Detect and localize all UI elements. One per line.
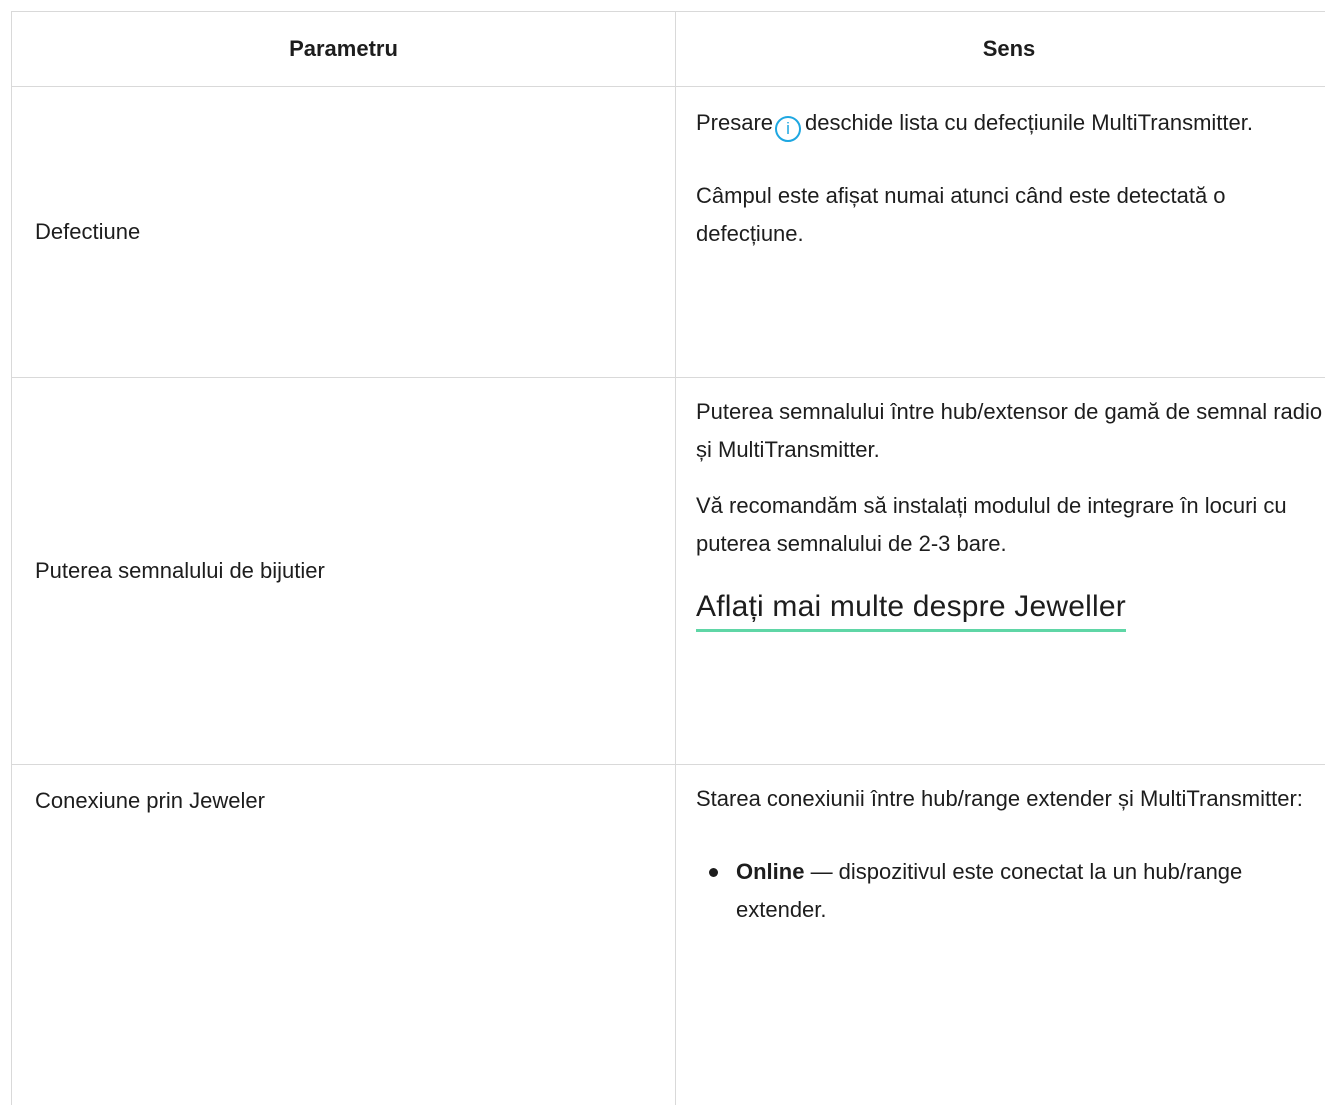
defect-description: Presare i deschide lista cu defecțiunile M… — [696, 104, 1325, 142]
param-name: Puterea semnalului de bijutier — [12, 378, 676, 764]
header-parameter: Parametru — [12, 12, 676, 86]
jeweller-link[interactable]: Aflați mai multe despre Jeweller — [696, 589, 1126, 632]
table-row-signal: Puterea semnalului de bijutier Puterea s… — [12, 378, 1325, 765]
table-header-row: Parametru Sens — [12, 12, 1325, 87]
table-row-defect: Defectiune Presare i deschide lista cu def… — [12, 87, 1325, 378]
press-prefix: Presare — [696, 110, 774, 135]
param-meaning: Starea conexiunii între hub/range extend… — [676, 765, 1325, 1105]
info-icon: i — [775, 115, 802, 142]
list-item: Online — dispozitivul este conectat la u… — [709, 853, 1325, 929]
header-meaning: Sens — [982, 36, 1036, 61]
param-meaning: Presare i deschide lista cu defecțiunile M… — [676, 87, 1325, 377]
status-term: Online — [736, 859, 805, 884]
param-name: Defectiune — [12, 87, 676, 377]
bullet-icon — [709, 868, 718, 877]
signal-recommendation: Vă recomandăm să instalați modulul de in… — [696, 493, 1287, 556]
param-meaning: Puterea semnalului între hub/extensor de… — [676, 378, 1325, 764]
defect-note: Câmpul este afișat numai atunci când est… — [696, 183, 1226, 246]
parameters-table: Parametru Sens Defectiune Presare i deschi… — [11, 11, 1325, 1105]
status-text: — dispozitivul este conectat la un hub/r… — [736, 859, 1243, 922]
param-name: Conexiune prin Jeweler — [12, 765, 676, 1105]
connection-status-list: Online — dispozitivul este conectat la u… — [696, 853, 1325, 929]
table-row-connection: Conexiune prin Jeweler Starea conexiunii… — [12, 765, 1325, 1105]
connection-description: Starea conexiunii între hub/range extend… — [696, 786, 1303, 811]
press-suffix: deschide lista cu defecțiunile MultiTran… — [805, 110, 1253, 135]
signal-description: Puterea semnalului între hub/extensor de… — [696, 399, 1323, 462]
